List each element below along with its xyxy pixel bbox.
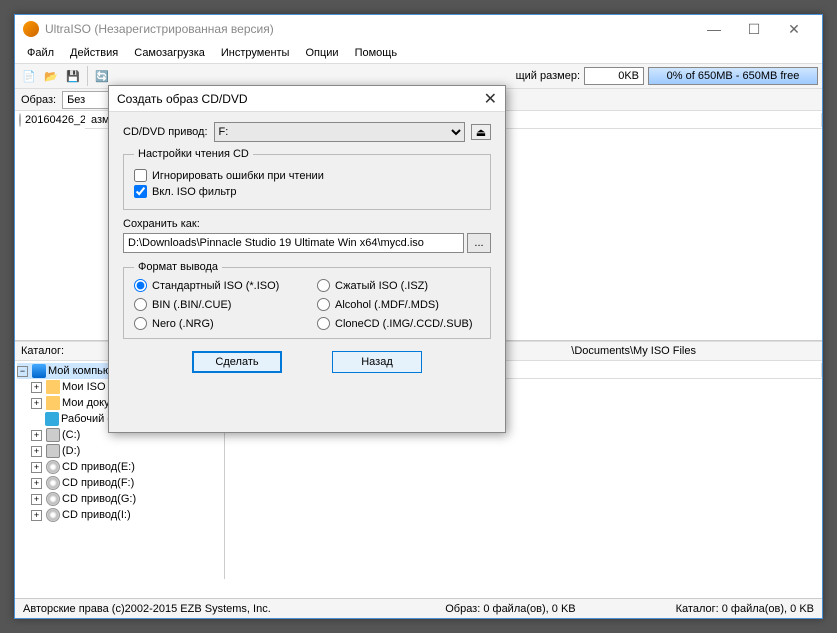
- save-path-input[interactable]: [123, 233, 464, 253]
- new-icon[interactable]: 📄: [19, 66, 39, 86]
- disc-icon: [19, 113, 21, 127]
- read-settings-legend: Настройки чтения CD: [134, 148, 253, 160]
- read-settings-group: Настройки чтения CD Игнорировать ошибки …: [123, 148, 491, 210]
- output-format-legend: Формат вывода: [134, 261, 222, 273]
- status-catalog: Каталог: 0 файла(ов), 0 KB: [676, 603, 814, 615]
- format-iso-radio[interactable]: Стандартный ISO (*.ISO): [134, 279, 297, 292]
- dialog-title: Создать образ CD/DVD: [117, 92, 484, 106]
- format-isz-radio[interactable]: Сжатый ISO (.ISZ): [317, 279, 480, 292]
- titlebar: UltraISO (Незарегистрированная версия) —…: [15, 15, 822, 43]
- open-icon[interactable]: 📂: [41, 66, 61, 86]
- make-button[interactable]: Сделать: [192, 351, 282, 373]
- dialog-titlebar: Создать образ CD/DVD ✕: [109, 86, 505, 112]
- format-nrg-radio[interactable]: Nero (.NRG): [134, 317, 297, 330]
- status-copyright: Авторские права (c)2002-2015 EZB Systems…: [23, 603, 271, 615]
- total-size-label: щий размер:: [516, 70, 580, 82]
- format-bin-radio[interactable]: BIN (.BIN/.CUE): [134, 298, 297, 311]
- statusbar: Авторские права (c)2002-2015 EZB Systems…: [15, 598, 822, 618]
- menu-help[interactable]: Помощь: [347, 45, 406, 61]
- output-format-group: Формат вывода Стандартный ISO (*.ISO) Сж…: [123, 261, 491, 339]
- menu-options[interactable]: Опции: [297, 45, 346, 61]
- app-icon: [23, 21, 39, 37]
- capacity-bar: 0% of 650MB - 650MB free: [648, 67, 818, 85]
- refresh-icon[interactable]: 🔄: [92, 66, 112, 86]
- eject-icon[interactable]: ⏏: [471, 124, 491, 140]
- tree-cd-i[interactable]: + CD привод(I:): [17, 507, 222, 523]
- menu-file[interactable]: Файл: [19, 45, 62, 61]
- menu-actions[interactable]: Действия: [62, 45, 126, 61]
- total-size-value: 0KB: [584, 67, 644, 85]
- menu-tools[interactable]: Инструменты: [213, 45, 298, 61]
- minimize-button[interactable]: —: [694, 19, 734, 39]
- maximize-button[interactable]: ☐: [734, 19, 774, 39]
- window-title: UltraISO (Незарегистрированная версия): [45, 22, 694, 36]
- menu-bootable[interactable]: Самозагрузка: [126, 45, 213, 61]
- main-window: UltraISO (Незарегистрированная версия) —…: [14, 14, 823, 619]
- close-button[interactable]: ✕: [774, 19, 814, 39]
- save-icon[interactable]: 💾: [63, 66, 83, 86]
- make-image-dialog: Создать образ CD/DVD ✕ CD/DVD привод: F:…: [108, 85, 506, 433]
- back-button[interactable]: Назад: [332, 351, 422, 373]
- browse-button[interactable]: ...: [467, 233, 491, 253]
- save-as-label: Сохранить как:: [123, 218, 491, 230]
- ignore-errors-checkbox[interactable]: Игнорировать ошибки при чтении: [134, 169, 480, 182]
- tree-cd-e[interactable]: + CD привод(E:): [17, 459, 222, 475]
- iso-filter-checkbox[interactable]: Вкл. ISO фильтр: [134, 185, 480, 198]
- drive-select[interactable]: F:: [214, 122, 465, 142]
- catalog-label: Каталог:: [21, 345, 64, 357]
- top-tree: 20160426_211: [15, 111, 85, 340]
- menubar: Файл Действия Самозагрузка Инструменты О…: [15, 43, 822, 63]
- tree-drive-d[interactable]: + (D:): [17, 443, 222, 459]
- image-root-item[interactable]: 20160426_211: [15, 111, 85, 129]
- format-ccd-radio[interactable]: CloneCD (.IMG/.CCD/.SUB): [317, 317, 480, 330]
- image-label: Образ:: [21, 94, 56, 106]
- status-image: Образ: 0 файла(ов), 0 KB: [445, 603, 575, 615]
- dialog-close-icon[interactable]: ✕: [484, 89, 497, 109]
- drive-label: CD/DVD привод:: [123, 126, 208, 138]
- format-mdf-radio[interactable]: Alcohol (.MDF/.MDS): [317, 298, 480, 311]
- tree-cd-f[interactable]: + CD привод(F:): [17, 475, 222, 491]
- catalog-path: \Documents\My ISO Files: [571, 345, 816, 357]
- tree-cd-g[interactable]: + CD привод(G:): [17, 491, 222, 507]
